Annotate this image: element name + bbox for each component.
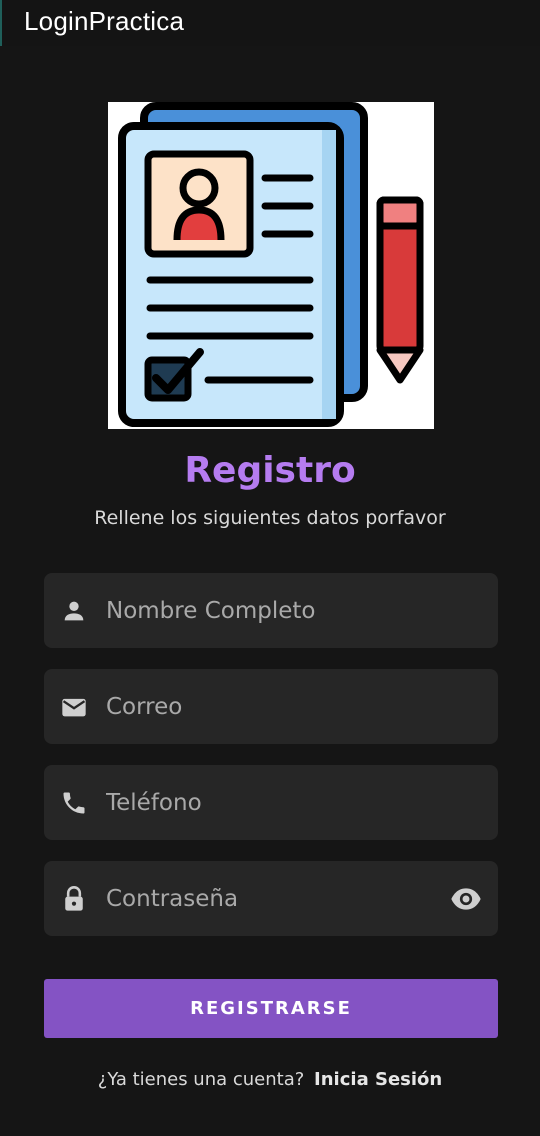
lock-icon	[60, 885, 88, 913]
page-subtitle: Rellene los siguientes datos porfavor	[94, 507, 446, 529]
email-input[interactable]	[106, 669, 436, 744]
phone-icon	[60, 789, 88, 817]
app-bar: LoginPractica	[0, 0, 540, 46]
app-title: LoginPractica	[24, 6, 185, 36]
password-field[interactable]	[44, 861, 498, 936]
document-illustration	[108, 102, 434, 429]
name-input[interactable]	[106, 573, 436, 648]
register-screen: LoginPractica Registro Rellene los sigui…	[0, 0, 540, 1136]
eye-icon[interactable]	[450, 885, 482, 913]
login-link[interactable]: Inicia Sesión	[314, 1069, 442, 1090]
page-title: Registro	[184, 450, 356, 491]
person-icon	[60, 597, 88, 625]
password-input[interactable]	[106, 861, 436, 936]
mail-icon	[60, 693, 88, 721]
login-prompt: ¿Ya tienes una cuenta? Inicia Sesión	[0, 1069, 540, 1090]
phone-field[interactable]	[44, 765, 498, 840]
name-field[interactable]	[44, 573, 498, 648]
email-field[interactable]	[44, 669, 498, 744]
register-button[interactable]: REGISTRARSE	[44, 979, 498, 1038]
phone-input[interactable]	[106, 765, 436, 840]
login-prompt-text: ¿Ya tienes una cuenta?	[97, 1069, 305, 1090]
